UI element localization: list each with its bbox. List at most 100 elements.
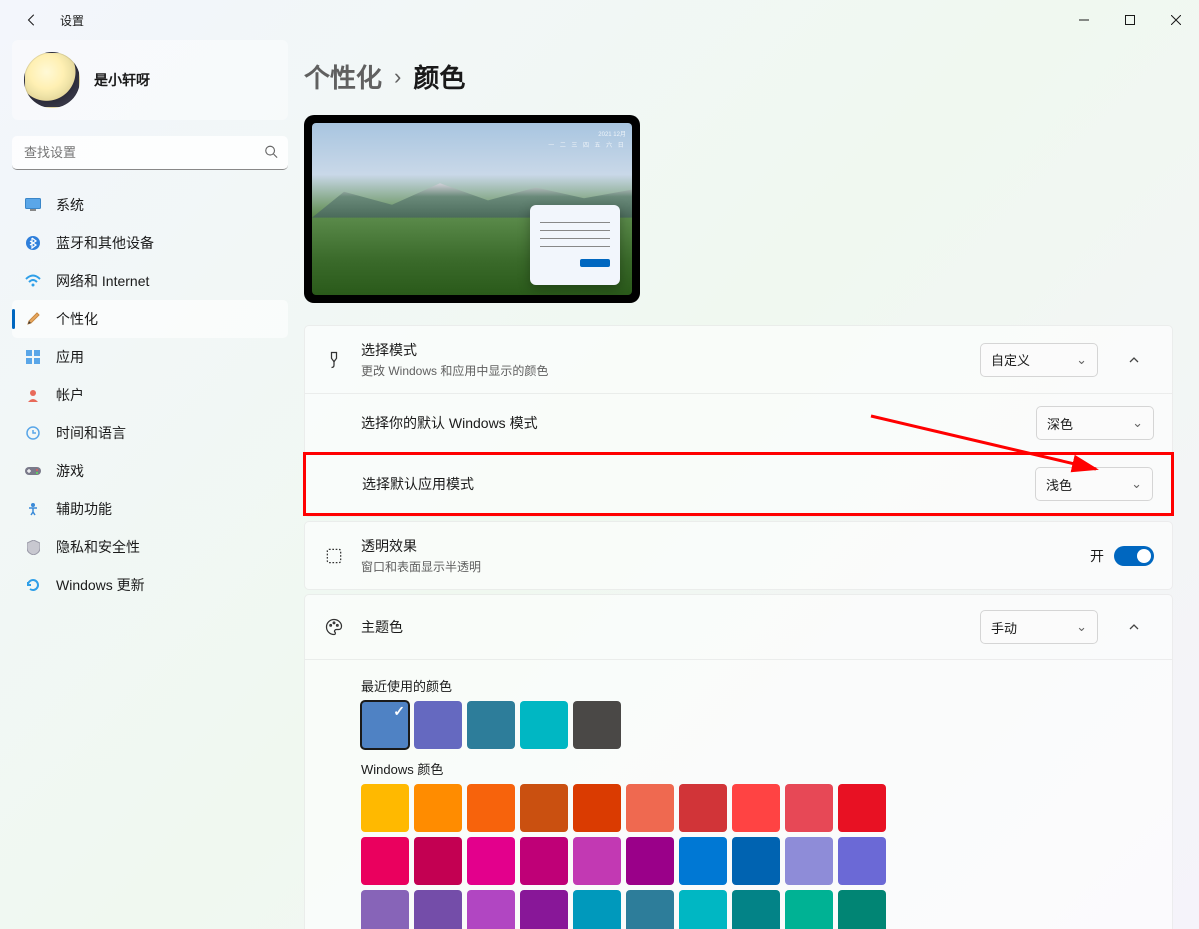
recent-colors-label: 最近使用的颜色	[361, 676, 1172, 695]
windows-color-swatch[interactable]	[573, 890, 621, 929]
windows-color-swatch[interactable]	[785, 890, 833, 929]
windows-color-swatch[interactable]	[467, 837, 515, 885]
sidebar-item-label: 蓝牙和其他设备	[56, 233, 154, 253]
windows-color-swatch[interactable]	[838, 784, 886, 832]
windows-color-swatch[interactable]	[785, 784, 833, 832]
window-title: 设置	[60, 12, 84, 29]
system-icon	[24, 196, 42, 214]
chevron-down-icon: ⌄	[1131, 476, 1142, 492]
sidebar-item-label: 系统	[56, 195, 84, 215]
windows-color-swatch[interactable]	[467, 784, 515, 832]
transparency-icon	[323, 545, 345, 567]
windows-color-swatch[interactable]	[520, 784, 568, 832]
sidebar-item-8[interactable]: 辅助功能	[12, 490, 288, 528]
chevron-down-icon: ⌄	[1076, 352, 1087, 368]
windows-color-swatch[interactable]	[361, 837, 409, 885]
sidebar-item-label: 网络和 Internet	[56, 271, 149, 291]
chevron-down-icon: ⌄	[1132, 415, 1143, 431]
close-button[interactable]	[1153, 4, 1199, 36]
windows-color-swatch[interactable]	[679, 784, 727, 832]
transparency-title: 透明效果	[361, 536, 1074, 556]
desktop-preview: 2021 12月 一二三四五六日	[304, 115, 640, 303]
collapse-button[interactable]	[1114, 610, 1154, 644]
windows-mode-dropdown[interactable]: 深色 ⌄	[1036, 406, 1154, 440]
sidebar-item-7[interactable]: 游戏	[12, 452, 288, 490]
chevron-up-icon	[1128, 621, 1140, 633]
bluetooth-icon	[24, 234, 42, 252]
sidebar-item-9[interactable]: 隐私和安全性	[12, 528, 288, 566]
search-icon	[264, 145, 278, 162]
windows-color-swatch[interactable]	[414, 837, 462, 885]
search-wrap	[12, 136, 288, 170]
sidebar-item-4[interactable]: 应用	[12, 338, 288, 376]
windows-color-swatch[interactable]	[626, 890, 674, 929]
app-mode-dropdown[interactable]: 浅色 ⌄	[1035, 467, 1153, 501]
mode-card: 选择模式 更改 Windows 和应用中显示的颜色 自定义 ⌄ 选择你的默认 W…	[304, 325, 1173, 517]
collapse-button[interactable]	[1114, 343, 1154, 377]
maximize-button[interactable]	[1107, 4, 1153, 36]
nav-list: 系统蓝牙和其他设备网络和 Internet 个性化应用帐户时间和语言游戏辅助功能隐…	[12, 186, 288, 604]
windows-color-swatch[interactable]	[361, 890, 409, 929]
toggle-state-label: 开	[1090, 546, 1104, 566]
windows-color-swatch[interactable]	[732, 784, 780, 832]
windows-color-swatch[interactable]	[414, 890, 462, 929]
sidebar-item-3[interactable]: 个性化	[12, 300, 288, 338]
username: 是小轩呀	[94, 70, 150, 90]
recent-color-swatch[interactable]	[520, 701, 568, 749]
windows-swatches	[361, 784, 901, 929]
sidebar-item-label: 帐户	[56, 385, 84, 405]
windows-color-swatch[interactable]	[679, 890, 727, 929]
chevron-right-icon: ›	[394, 64, 401, 90]
windows-color-swatch[interactable]	[732, 890, 780, 929]
breadcrumb-parent[interactable]: 个性化	[304, 58, 382, 95]
recent-color-swatch[interactable]	[361, 701, 409, 749]
mode-subtitle: 更改 Windows 和应用中显示的颜色	[361, 362, 964, 379]
paintbrush-icon	[323, 349, 345, 371]
close-icon	[1171, 15, 1181, 25]
sidebar-item-10[interactable]: Windows 更新	[12, 566, 288, 604]
back-button[interactable]	[16, 4, 48, 36]
sidebar-item-2[interactable]: 网络和 Internet	[12, 262, 288, 300]
sidebar-item-label: 应用	[56, 347, 84, 367]
sidebar-item-label: Windows 更新	[56, 575, 145, 595]
windows-color-swatch[interactable]	[520, 837, 568, 885]
windows-colors-label: Windows 颜色	[361, 759, 1172, 778]
windows-color-swatch[interactable]	[467, 890, 515, 929]
window-controls	[1061, 4, 1199, 36]
recent-color-swatch[interactable]	[414, 701, 462, 749]
windows-color-swatch[interactable]	[679, 837, 727, 885]
titlebar: 设置	[0, 0, 1199, 40]
windows-color-swatch[interactable]	[838, 890, 886, 929]
accessibility-icon	[24, 500, 42, 518]
maximize-icon	[1125, 15, 1135, 25]
windows-color-swatch[interactable]	[626, 784, 674, 832]
personalize-icon	[24, 310, 42, 328]
sidebar-item-label: 游戏	[56, 461, 84, 481]
windows-color-swatch[interactable]	[573, 784, 621, 832]
minimize-icon	[1079, 15, 1089, 25]
windows-color-swatch[interactable]	[414, 784, 462, 832]
recent-color-swatch[interactable]	[467, 701, 515, 749]
windows-color-swatch[interactable]	[732, 837, 780, 885]
sidebar-item-1[interactable]: 蓝牙和其他设备	[12, 224, 288, 262]
mode-dropdown[interactable]: 自定义 ⌄	[980, 343, 1098, 377]
profile-card[interactable]: 是小轩呀	[12, 40, 288, 120]
sidebar-item-5[interactable]: 帐户	[12, 376, 288, 414]
windows-color-swatch[interactable]	[785, 837, 833, 885]
windows-color-swatch[interactable]	[520, 890, 568, 929]
transparency-toggle[interactable]	[1114, 546, 1154, 566]
sidebar-item-label: 辅助功能	[56, 499, 112, 519]
mode-title: 选择模式	[361, 340, 964, 360]
sidebar-item-0[interactable]: 系统	[12, 186, 288, 224]
sidebar-item-6[interactable]: 时间和语言	[12, 414, 288, 452]
windows-color-swatch[interactable]	[626, 837, 674, 885]
recent-color-swatch[interactable]	[573, 701, 621, 749]
arrow-left-icon	[25, 13, 39, 27]
minimize-button[interactable]	[1061, 4, 1107, 36]
windows-color-swatch[interactable]	[573, 837, 621, 885]
windows-color-swatch[interactable]	[361, 784, 409, 832]
chevron-down-icon: ⌄	[1076, 619, 1087, 635]
search-input[interactable]	[12, 136, 288, 170]
accent-mode-dropdown[interactable]: 手动 ⌄	[980, 610, 1098, 644]
windows-color-swatch[interactable]	[838, 837, 886, 885]
